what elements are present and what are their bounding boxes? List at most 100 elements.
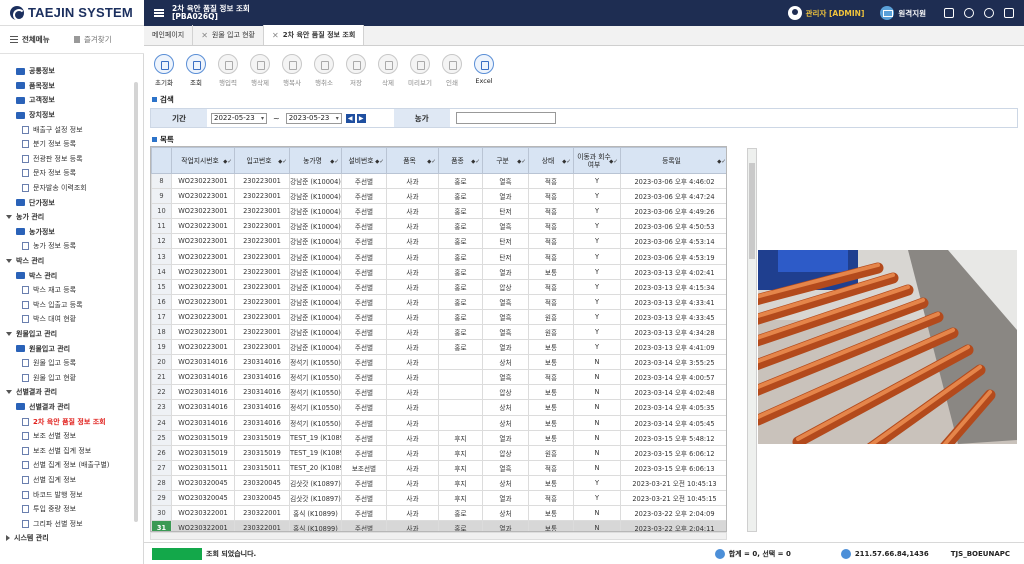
row-number[interactable]: 20 xyxy=(151,354,172,371)
toolbar-button-3[interactable]: 행입력 xyxy=(214,54,242,90)
table-cell[interactable]: 사과 xyxy=(386,339,439,356)
table-cell[interactable]: 230223001 xyxy=(234,218,290,235)
calendar-dropdown-icon[interactable]: ▾ xyxy=(261,115,264,122)
table-cell[interactable]: 230314016 xyxy=(234,354,290,371)
menu-toggle-icon[interactable] xyxy=(154,9,164,17)
table-cell[interactable]: WO230314016 xyxy=(171,384,235,401)
table-cell[interactable]: 230314016 xyxy=(234,414,290,431)
table-cell[interactable]: 사과 xyxy=(386,354,439,371)
table-cell[interactable]: WO230223001 xyxy=(171,323,235,341)
sidebar-item-24[interactable]: 선별결과 관리 xyxy=(0,400,143,415)
sidebar-item-21[interactable]: 원물 입고 등록 xyxy=(0,356,143,371)
gear-icon[interactable] xyxy=(984,8,994,18)
table-cell[interactable] xyxy=(438,369,483,386)
table-cell[interactable]: 열흑 xyxy=(482,293,529,310)
row-number[interactable]: 19 xyxy=(151,339,172,356)
table-cell[interactable]: 정석기 (K10550) xyxy=(289,384,342,401)
table-cell[interactable]: 정석기 (K10550) xyxy=(289,414,342,431)
table-cell[interactable]: 주선별 xyxy=(341,278,387,295)
table-cell[interactable]: WO230223001 xyxy=(171,263,235,280)
table-cell[interactable]: 주선별 xyxy=(341,293,387,310)
table-cell[interactable]: 적흥 xyxy=(528,459,574,476)
table-cell[interactable]: 사과 xyxy=(386,520,439,531)
table-cell[interactable]: 열과 xyxy=(482,520,529,531)
sidebar-item-2[interactable]: 품목정보 xyxy=(0,79,143,94)
table-row[interactable]: 15 WO230223001 230223001 강남준 (K10004) 주선별 사과 홍… xyxy=(151,278,726,295)
toolbar-button-2[interactable]: 조회 xyxy=(182,54,210,90)
table-cell[interactable]: 홍로 xyxy=(438,263,483,280)
table-cell[interactable]: 보조선별 xyxy=(341,459,387,476)
table-cell[interactable]: WO230223001 xyxy=(171,308,235,325)
tab-1[interactable]: 메인페이지 xyxy=(144,25,194,45)
table-cell[interactable]: 적흥 xyxy=(528,489,574,507)
table-cell[interactable]: N xyxy=(573,444,621,461)
table-cell[interactable]: WO230223001 xyxy=(171,172,235,190)
row-number[interactable]: 13 xyxy=(151,248,172,265)
table-cell[interactable]: WO230314016 xyxy=(171,369,235,386)
table-cell[interactable]: 주선별 xyxy=(341,323,387,341)
table-cell[interactable]: 주선별 xyxy=(341,203,387,220)
table-cell[interactable]: 사과 xyxy=(386,308,439,325)
table-cell[interactable]: 사과 xyxy=(386,474,439,491)
table-cell[interactable]: 강남준 (K10004) xyxy=(289,188,342,205)
table-cell[interactable]: WO230223001 xyxy=(171,293,235,310)
table-cell[interactable]: Y xyxy=(573,248,621,265)
table-cell[interactable]: 강남준 (K10004) xyxy=(289,233,342,250)
table-cell[interactable]: 홍로 xyxy=(438,339,483,356)
toolbar-button-1[interactable]: 초기화 xyxy=(150,54,178,90)
table-cell[interactable]: 주선별 xyxy=(341,384,387,401)
table-cell[interactable]: N xyxy=(573,414,621,431)
sidebar-item-6[interactable]: 분기 정보 등록 xyxy=(0,137,143,152)
table-cell[interactable]: 적흥 xyxy=(528,233,574,250)
table-cell[interactable]: 열흑 xyxy=(482,369,529,386)
table-cell[interactable]: 사과 xyxy=(386,263,439,280)
table-cell[interactable]: 주선별 xyxy=(341,520,387,531)
row-number[interactable]: 10 xyxy=(151,203,172,220)
tab-2[interactable]: ✕ 원물 입고 현황 xyxy=(193,25,264,45)
farm-input[interactable] xyxy=(455,112,556,124)
table-cell[interactable]: TEST_19 (K10895) xyxy=(289,429,342,446)
column-header-9[interactable]: 이동과 회수여부 ◆✓ xyxy=(573,147,621,174)
row-number[interactable]: 16 xyxy=(151,293,172,310)
table-cell[interactable]: 보통 xyxy=(528,505,574,522)
table-cell[interactable]: 후지 xyxy=(438,489,483,507)
column-header-5[interactable]: 품목 ◆✓ xyxy=(386,147,439,174)
table-cell[interactable]: 강남준 (K10004) xyxy=(289,218,342,235)
table-cell[interactable]: WO230314016 xyxy=(171,414,235,431)
column-header-7[interactable]: 구분 ◆✓ xyxy=(482,147,529,174)
row-number[interactable]: 29 xyxy=(151,489,172,507)
table-cell[interactable]: 적흥 xyxy=(528,248,574,265)
table-cell[interactable]: 사과 xyxy=(386,278,439,295)
table-cell[interactable]: 230223001 xyxy=(234,233,290,250)
table-cell[interactable]: N xyxy=(573,520,621,531)
table-cell[interactable]: WO230223001 xyxy=(171,203,235,220)
table-cell[interactable]: 열흑 xyxy=(482,218,529,235)
table-cell[interactable]: 주선별 xyxy=(341,263,387,280)
row-number[interactable]: 17 xyxy=(151,308,172,325)
row-number[interactable]: 28 xyxy=(151,474,172,491)
row-number[interactable]: 11 xyxy=(151,218,172,235)
sidebar-item-1[interactable]: 공통정보 xyxy=(0,64,143,79)
table-cell[interactable]: 주선별 xyxy=(341,429,387,446)
sidebar-item-10[interactable]: 단가정보 xyxy=(0,195,143,210)
sidebar-item-12[interactable]: 농가정보 xyxy=(0,225,143,240)
table-cell[interactable]: 230223001 xyxy=(234,293,290,310)
table-cell[interactable]: 주선별 xyxy=(341,218,387,235)
row-number[interactable]: 30 xyxy=(151,505,172,522)
brand-logo[interactable]: TAEJIN SYSTEM xyxy=(0,0,144,26)
sidebar-item-16[interactable]: 박스 재고 등록 xyxy=(0,283,143,298)
table-cell[interactable]: 2023-03-22 오후 2:04:09 xyxy=(620,505,726,522)
table-cell[interactable] xyxy=(438,414,483,431)
table-row[interactable]: 21 WO230314016 230314016 정석기 (K10550) 주선별 사과 열… xyxy=(151,369,726,386)
table-cell[interactable]: 사과 xyxy=(386,218,439,235)
table-cell[interactable]: 강남준 (K10004) xyxy=(289,172,342,190)
table-row[interactable]: 27WO230315011230315011TEST_20 (K10896)보조… xyxy=(151,459,726,476)
sort-filter-icon[interactable]: ◆✓ xyxy=(717,158,726,166)
table-cell[interactable]: Y xyxy=(573,308,621,325)
row-number[interactable]: 26 xyxy=(151,444,172,461)
table-cell[interactable]: 보통 xyxy=(528,399,574,416)
table-cell[interactable]: 사과 xyxy=(386,444,439,461)
column-header-0[interactable] xyxy=(151,147,172,174)
row-number[interactable]: 25 xyxy=(151,429,172,446)
table-cell[interactable]: N xyxy=(573,505,621,522)
